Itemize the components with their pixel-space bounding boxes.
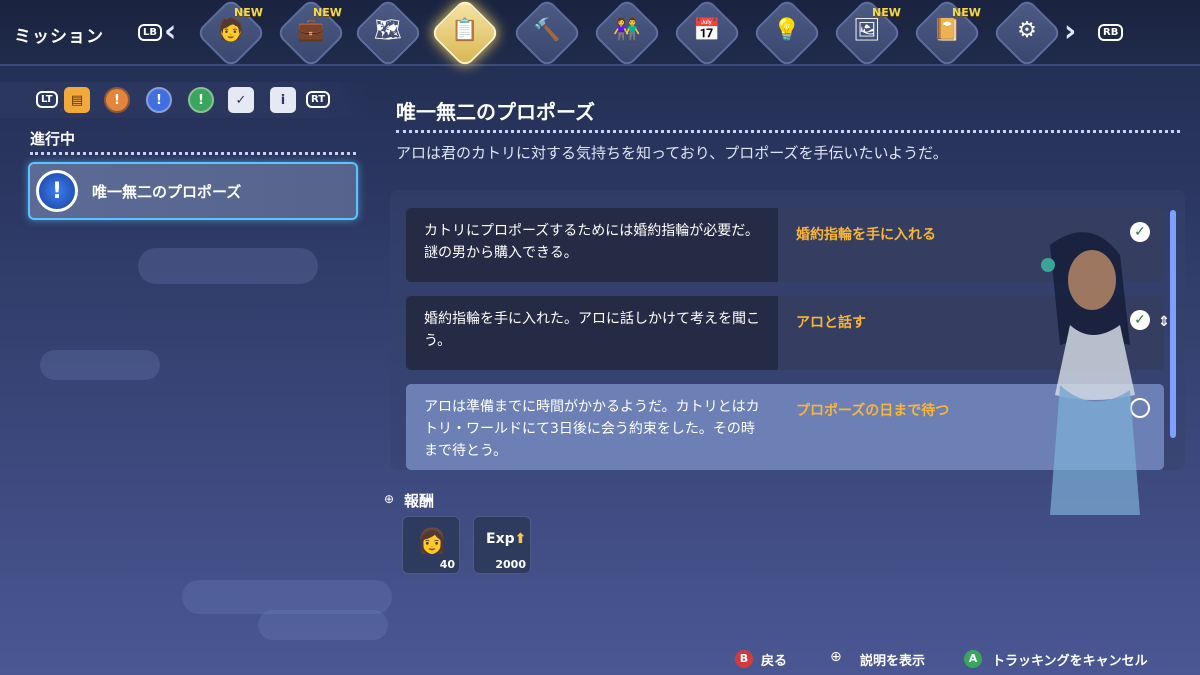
reward-value: 40 bbox=[439, 558, 455, 571]
mission-list-panel: LT ▤ ! ! ! ✓ i RT 進行中 ! 唯一無二のプロポーズ bbox=[0, 66, 372, 675]
rb-button-hint[interactable]: RB bbox=[1098, 24, 1124, 41]
new-badge: NEW bbox=[952, 6, 981, 19]
objective-description: 婚約指輪を手に入れた。アロに話しかけて考えを聞こう。 bbox=[406, 296, 778, 370]
gear-icon: ⚙ bbox=[1017, 17, 1037, 43]
info-clipboard-icon[interactable]: i bbox=[270, 87, 296, 113]
checklist-icon[interactable]: ✓ bbox=[228, 87, 254, 113]
objective-scrollbar[interactable] bbox=[1170, 210, 1176, 438]
lb-button-hint[interactable]: LB bbox=[138, 24, 162, 41]
lt-button-hint[interactable]: LT bbox=[36, 91, 58, 108]
rt-button-hint[interactable]: RT bbox=[306, 91, 331, 108]
screen-title: ミッション bbox=[14, 27, 104, 47]
cancel-tracking-hint-label: トラッキングをキャンセル bbox=[992, 654, 1148, 669]
exp-icon: Exp⬆ bbox=[486, 531, 527, 547]
b-button-icon[interactable]: B bbox=[735, 650, 753, 668]
orange-mission-icon[interactable]: ! bbox=[104, 87, 130, 113]
blue-mission-icon[interactable]: ! bbox=[146, 87, 172, 113]
button-hint-bar: B 戻る ⊕ 説明を表示 A トラッキングをキャンセル bbox=[0, 640, 1200, 675]
a-button-icon[interactable]: A bbox=[964, 650, 982, 668]
mission-description: アロは君のカトリに対する気持ちを知っており、プロポーズを手伝いたいようだ。 bbox=[396, 144, 948, 162]
reward-stick-icon: ⊕ bbox=[384, 492, 395, 506]
mission-list-item[interactable]: ! 唯一無二のプロポーズ bbox=[28, 162, 358, 220]
objective-description: アロは準備までに時間がかかるようだ。カトリとはカトリ・ワールドにて3日後に会う約… bbox=[406, 384, 778, 470]
new-badge: NEW bbox=[234, 6, 263, 19]
lightbulb-icon: 💡 bbox=[773, 17, 801, 43]
aro-character-portrait bbox=[1041, 232, 1140, 515]
calendar-icon: 📅 bbox=[693, 17, 721, 43]
reward-item[interactable]: 👩 40 bbox=[402, 516, 460, 574]
mission-filter-row: LT ▤ ! ! ! ✓ i RT bbox=[0, 82, 370, 118]
divider bbox=[396, 130, 1180, 133]
back-hint-label: 戻る bbox=[761, 654, 788, 669]
mission-list-item-label: 唯一無二のプロポーズ bbox=[92, 183, 242, 201]
reward-label: 報酬 bbox=[404, 492, 435, 510]
new-badge: NEW bbox=[872, 6, 901, 19]
divider bbox=[30, 152, 356, 155]
reward-item[interactable]: Exp⬆ 2000 bbox=[473, 516, 531, 574]
objective-task-label: 婚約指輪を手に入れる bbox=[796, 227, 936, 243]
objective-task-label: アロと話す bbox=[796, 315, 866, 331]
friends-icon: 👫 bbox=[613, 17, 641, 43]
objective-description: カトリにプロポーズするためには婚約指輪が必要だ。謎の男から購入できる。 bbox=[406, 208, 778, 282]
tracked-mission-icon: ! bbox=[36, 170, 78, 212]
stick-button-icon[interactable]: ⊕ bbox=[830, 649, 842, 665]
chevron-left-icon[interactable]: ‹ bbox=[164, 14, 176, 49]
map-icon: 🗺 bbox=[374, 17, 402, 43]
green-mission-icon[interactable]: ! bbox=[188, 87, 214, 113]
category-tab-bar: ミッション LB ‹ 🧑 NEW 💼 NEW 🗺 📋 🔨 👫 📅 💡 🖼 NEW… bbox=[0, 0, 1200, 69]
mission-title: 唯一無二のプロポーズ bbox=[396, 100, 595, 124]
new-badge: NEW bbox=[313, 6, 342, 19]
reward-value: 2000 bbox=[495, 558, 526, 571]
chevron-right-icon[interactable]: › bbox=[1064, 14, 1076, 49]
show-description-hint-label: 説明を表示 bbox=[860, 654, 926, 669]
in-progress-label: 進行中 bbox=[30, 130, 76, 148]
mission-list-icon: 📋 bbox=[451, 17, 479, 43]
aro-portrait-icon: 👩 bbox=[417, 527, 447, 555]
all-missions-icon[interactable]: ▤ bbox=[64, 87, 90, 113]
hammer-icon: 🔨 bbox=[533, 17, 561, 43]
objective-task-label: プロポーズの日まで待つ bbox=[796, 403, 950, 419]
